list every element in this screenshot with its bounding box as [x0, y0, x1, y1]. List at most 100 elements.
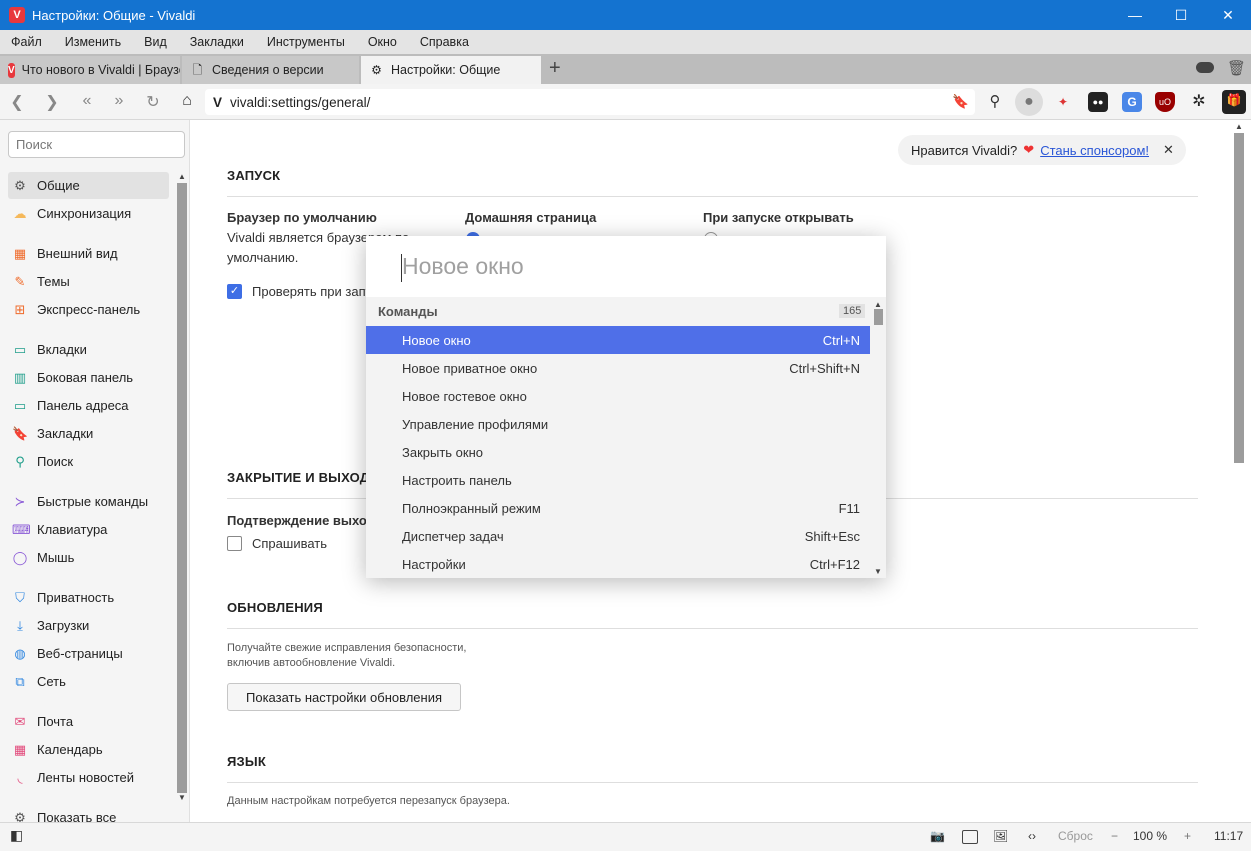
sidebar-item-shield[interactable]: ⛉ Приватность: [8, 584, 169, 611]
extension-tab-icon[interactable]: ●●: [1088, 92, 1108, 112]
ublock-icon[interactable]: uO: [1155, 92, 1175, 112]
menu-window[interactable]: Окно: [368, 35, 397, 49]
network-icon: ⧉: [15, 673, 25, 689]
images-icon[interactable]: 🖼: [993, 829, 1008, 843]
page-actions-icon[interactable]: ‹›: [1028, 829, 1036, 843]
command-item[interactable]: Управление профилями: [366, 410, 870, 438]
settings-search-input[interactable]: [8, 131, 185, 158]
text-caret: [401, 254, 402, 282]
sponsor-banner: Нравится Vivaldi? ❤ Стань спонсором! ✕: [898, 135, 1186, 165]
ask-on-exit-label: Спрашивать: [252, 536, 328, 551]
sidebar-item-label: Почта: [37, 714, 74, 729]
maximize-button[interactable]: ☐: [1158, 0, 1204, 30]
popup-scrollbar[interactable]: ▲ ▼: [872, 300, 884, 578]
sidebar-scrollbar[interactable]: ▲ ▼: [177, 172, 187, 812]
zoom-in-button[interactable]: +: [1184, 829, 1191, 843]
sidebar-item-tabs[interactable]: ▭ Вкладки: [8, 336, 169, 363]
sidebar-item-general[interactable]: ⚙ Общие: [8, 172, 169, 199]
url-field[interactable]: V vivaldi:settings/general/ 🔖: [205, 89, 975, 115]
sidebar-item-search[interactable]: ⚲ Поиск: [8, 448, 169, 475]
toggle-panel-icon[interactable]: ◧: [10, 827, 23, 844]
menu-edit[interactable]: Изменить: [65, 35, 121, 49]
command-item[interactable]: Закрыть окно: [366, 438, 870, 466]
show-update-settings-button[interactable]: Показать настройки обновления: [227, 683, 462, 711]
sidebar-item-keyboard[interactable]: ⌨ Клавиатура: [8, 516, 169, 543]
menu-help[interactable]: Справка: [420, 35, 469, 49]
sidebar-item-mouse[interactable]: ◯ Мышь: [8, 544, 169, 571]
extensions-icon[interactable]: ✲: [1189, 92, 1209, 112]
clock: 11:17: [1214, 829, 1244, 843]
close-button[interactable]: ✕: [1205, 0, 1251, 30]
sponsor-link[interactable]: Стань спонсором!: [1040, 143, 1149, 158]
fast-forward-button[interactable]: »: [108, 92, 130, 110]
sidebar-item-address-bar[interactable]: ▭ Панель адреса: [8, 392, 169, 419]
window-title: Настройки: Общие - Vivaldi: [32, 7, 196, 23]
menu-view[interactable]: Вид: [144, 35, 167, 49]
menu-bar: Файл Изменить Вид Закладки Инструменты О…: [0, 30, 1251, 54]
zoom-out-button[interactable]: −: [1111, 829, 1118, 843]
home-button[interactable]: ⌂: [176, 92, 198, 110]
command-item[interactable]: Настройки Ctrl+F12: [366, 550, 870, 578]
search-icon[interactable]: ⚲: [985, 92, 1005, 112]
screenshot-icon[interactable]: 📷: [930, 829, 945, 843]
sidebar-item-label: Поиск: [37, 454, 74, 469]
trash-icon[interactable]: 🗑: [1227, 59, 1246, 77]
sidebar-item-quick-commands[interactable]: ≻ Быстрые команды: [8, 488, 169, 515]
command-label: Закрыть окно: [402, 444, 484, 460]
command-item[interactable]: Настроить панель: [366, 466, 870, 494]
command-item[interactable]: Полноэкранный режим F11: [366, 494, 870, 522]
gift-icon[interactable]: 🎁: [1222, 90, 1246, 114]
check-default-checkbox[interactable]: ✓: [227, 284, 242, 299]
profile-avatar[interactable]: ●: [1015, 88, 1043, 116]
command-item[interactable]: Новое гостевое окно: [366, 382, 870, 410]
tab-whats-new[interactable]: V Что нового в Vivaldi | Браузер: [0, 56, 180, 84]
menu-bookmarks[interactable]: Закладки: [190, 35, 244, 49]
command-item[interactable]: Новое приватное окно Ctrl+Shift+N: [366, 354, 870, 382]
sidebar-item-mail[interactable]: ✉ Почта: [8, 708, 169, 735]
menu-tools[interactable]: Инструменты: [267, 35, 345, 49]
sidebar-item-label: Общие: [37, 178, 80, 193]
zoom-reset-button[interactable]: Сброс: [1058, 829, 1093, 843]
sidebar-item-cloud[interactable]: ☁ Синхронизация: [8, 200, 169, 227]
sidebar-item-label: Панель адреса: [37, 398, 129, 413]
tab-settings[interactable]: ⚙ Настройки: Общие: [361, 56, 541, 84]
new-tab-button[interactable]: +: [549, 57, 561, 80]
cloud-sync-icon[interactable]: [1196, 62, 1214, 73]
sidebar-item-bookmark[interactable]: 🔖 Закладки: [8, 420, 169, 447]
sidebar-item-speed-dial[interactable]: ⊞ Экспресс-панель: [8, 296, 169, 323]
command-item[interactable]: Диспетчер задач Shift+Esc: [366, 522, 870, 550]
quick-commands-input[interactable]: [366, 236, 886, 297]
back-button[interactable]: ❮: [6, 92, 28, 112]
keyboard-icon: ⌨: [12, 521, 31, 537]
rewind-button[interactable]: «: [76, 92, 98, 110]
extension-stars-icon[interactable]: ✦: [1053, 92, 1073, 112]
sidebar-item-feed[interactable]: ◟ Ленты новостей: [8, 764, 169, 791]
menu-file[interactable]: Файл: [11, 35, 42, 49]
translate-extension-icon[interactable]: G: [1122, 92, 1142, 112]
sidebar-item-download[interactable]: ⤓ Загрузки: [8, 612, 169, 639]
command-item[interactable]: Новое окно Ctrl+N: [366, 326, 870, 354]
sidebar-item-globe[interactable]: ◍ Веб-страницы: [8, 640, 169, 667]
shield-icon: ⛉: [15, 589, 25, 605]
tab-about[interactable]: 🗋 Сведения о версии: [182, 56, 359, 84]
sidebar-item-brush[interactable]: ✎ Темы: [8, 268, 169, 295]
forward-button[interactable]: ❯: [41, 92, 63, 112]
minimize-button[interactable]: —: [1112, 0, 1158, 30]
sidebar-item-appearance[interactable]: ▦ Внешний вид: [8, 240, 169, 267]
divider: [227, 782, 1198, 783]
content-scrollbar[interactable]: ▲: [1233, 120, 1245, 822]
bookmark-page-icon[interactable]: 🔖: [952, 94, 969, 110]
close-banner-button[interactable]: ✕: [1163, 142, 1174, 158]
sidebar-item-label: Внешний вид: [37, 246, 118, 261]
sidebar-item-calendar[interactable]: ▦ Календарь: [8, 736, 169, 763]
ask-on-exit-checkbox[interactable]: [227, 536, 242, 551]
tile-icon[interactable]: [962, 830, 978, 844]
on-start-label: При запуске открывать: [703, 210, 854, 225]
updates-text-2: включив автообновление Vivaldi.: [227, 657, 396, 669]
commands-section-header: Команды: [378, 304, 438, 319]
section-updates-title: ОБНОВЛЕНИЯ: [227, 600, 323, 615]
sidebar-item-panel[interactable]: ▥ Боковая панель: [8, 364, 169, 391]
sidebar-item-label: Сеть: [37, 674, 66, 689]
reload-button[interactable]: ↻: [142, 92, 164, 112]
sidebar-item-network[interactable]: ⧉ Сеть: [8, 668, 169, 695]
